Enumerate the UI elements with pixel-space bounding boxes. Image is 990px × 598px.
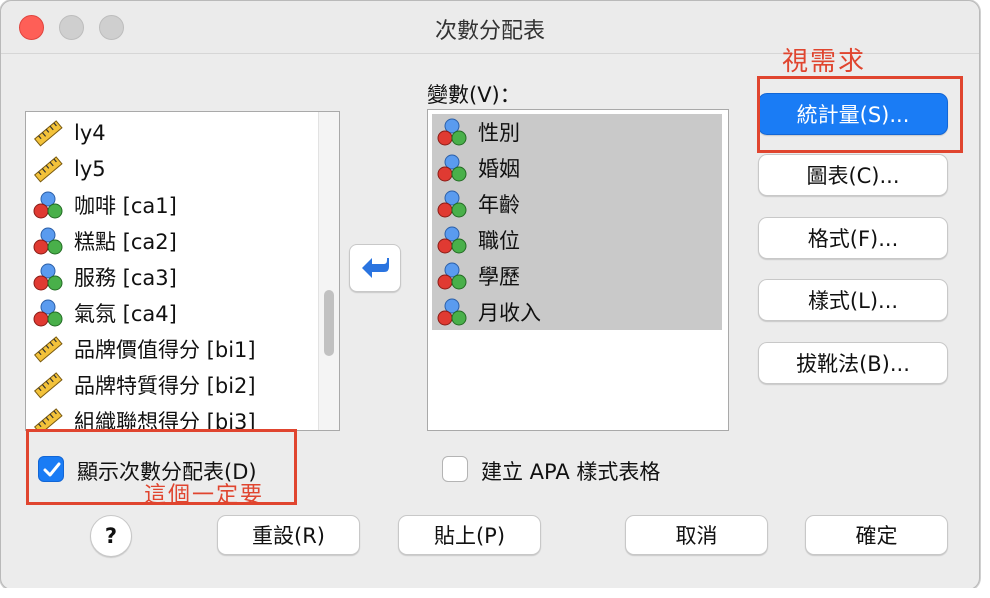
source-variable-label: 氣氛 [ca4] (74, 302, 177, 326)
apa-table-checkbox[interactable] (442, 456, 468, 482)
source-variable-label: ly4 (74, 121, 106, 145)
source-variable-item[interactable]: ly4 (32, 116, 106, 150)
nominal-balls-icon (33, 299, 63, 327)
help-button[interactable]: ? (90, 515, 132, 557)
source-variable-item[interactable]: 糕點 [ca2] (32, 224, 177, 258)
selected-variable-item[interactable]: 職位 (432, 222, 722, 258)
ruler-icon (32, 334, 66, 364)
nominal-balls-icon (436, 225, 470, 255)
nominal-balls-icon (436, 297, 470, 327)
nominal-balls-icon (437, 298, 467, 326)
source-list-scrollbar[interactable] (318, 112, 339, 430)
source-variable-label: 品牌特質得分 [bi2] (74, 374, 256, 398)
ruler-icon (33, 156, 63, 183)
source-variable-item[interactable]: 品牌價值得分 [bi1] (32, 332, 256, 366)
selected-variable-item[interactable]: 婚姻 (432, 150, 722, 186)
nominal-balls-icon (436, 153, 470, 183)
source-variable-label: 組織聯想得分 [bi3] (74, 410, 256, 431)
nominal-balls-icon (32, 298, 66, 328)
source-variable-label: ly5 (74, 157, 106, 181)
background-strip (0, 588, 990, 598)
selected-variable-label: 年齡 (478, 193, 520, 217)
selected-variable-label: 職位 (478, 229, 520, 253)
variables-label: 變數(V)： (427, 83, 521, 107)
source-variable-item[interactable]: 氣氛 [ca4] (32, 296, 177, 330)
nominal-balls-icon (436, 189, 470, 219)
source-variable-item[interactable]: 咖啡 [ca1] (32, 188, 177, 222)
nominal-balls-icon (33, 227, 63, 255)
annotation-as-needed: 視需求 (782, 47, 867, 77)
source-variable-list[interactable]: ly4 ly5 咖啡 [ca1] 糕點 [ca2] 服務 [ca3] 氣氛 [ca4] 品牌… (25, 111, 340, 431)
apa-table-label[interactable]: 建立 APA 樣式表格 (481, 456, 660, 486)
nominal-balls-icon (437, 154, 467, 182)
source-variable-item[interactable]: ly5 (32, 152, 106, 186)
nominal-balls-icon (33, 191, 63, 219)
ruler-icon (33, 336, 63, 363)
reset-button[interactable]: 重設(R) (217, 515, 360, 555)
paste-button[interactable]: 貼上(P) (398, 515, 541, 555)
nominal-balls-icon (32, 262, 66, 292)
source-variable-item[interactable]: 組織聯想得分 [bi3] (32, 404, 256, 431)
nominal-balls-icon (32, 190, 66, 220)
selected-variable-item[interactable]: 性別 (432, 114, 722, 150)
source-variable-label: 糕點 [ca2] (74, 230, 177, 254)
ruler-icon (33, 408, 63, 430)
selected-variable-label: 婚姻 (478, 157, 520, 181)
style-button[interactable]: 樣式(L)... (758, 279, 948, 321)
annotation-must-have: 這個一定要 (144, 483, 265, 508)
selected-variable-item[interactable]: 學歷 (432, 258, 722, 294)
ruler-icon (33, 120, 63, 147)
move-left-arrow-icon (362, 258, 389, 278)
nominal-balls-icon (436, 261, 470, 291)
selected-variable-label: 性別 (478, 121, 520, 145)
frequencies-dialog: 次數分配表 ly4 ly5 咖啡 [ca1] 糕點 [ca2] 服務 [ca3] 氣氛 [… (0, 0, 980, 590)
source-variable-label: 咖啡 [ca1] (74, 194, 177, 218)
source-variable-label: 服務 [ca3] (74, 266, 177, 290)
nominal-balls-icon (33, 263, 63, 291)
nominal-balls-icon (437, 118, 467, 146)
nominal-balls-icon (437, 190, 467, 218)
source-variable-item[interactable]: 品牌特質得分 [bi2] (32, 368, 256, 402)
nominal-balls-icon (32, 226, 66, 256)
selected-variable-label: 學歷 (478, 265, 520, 289)
ruler-icon (32, 118, 66, 148)
cancel-button[interactable]: 取消 (625, 515, 768, 555)
nominal-balls-icon (436, 117, 470, 147)
move-variable-button[interactable] (349, 244, 401, 292)
nominal-balls-icon (437, 226, 467, 254)
source-variable-item[interactable]: 服務 [ca3] (32, 260, 177, 294)
scrollbar-thumb[interactable] (324, 290, 334, 356)
ruler-icon (32, 406, 66, 430)
bootstrap-button[interactable]: 拔靴法(B)... (758, 342, 948, 384)
nominal-balls-icon (437, 262, 467, 290)
source-variable-label: 品牌價值得分 [bi1] (74, 338, 256, 362)
ruler-icon (32, 370, 66, 400)
statistics-highlight-box (757, 76, 963, 153)
ok-button[interactable]: 確定 (805, 515, 948, 555)
ruler-icon (32, 154, 66, 184)
selected-variable-label: 月收入 (478, 301, 541, 325)
ruler-icon (33, 372, 63, 399)
selected-variable-item[interactable]: 月收入 (432, 294, 722, 330)
selected-variable-list[interactable]: 性別婚姻年齡職位學歷月收入 (427, 109, 729, 431)
selected-variable-item[interactable]: 年齡 (432, 186, 722, 222)
format-button[interactable]: 格式(F)... (758, 217, 948, 259)
charts-button[interactable]: 圖表(C)... (758, 154, 948, 196)
